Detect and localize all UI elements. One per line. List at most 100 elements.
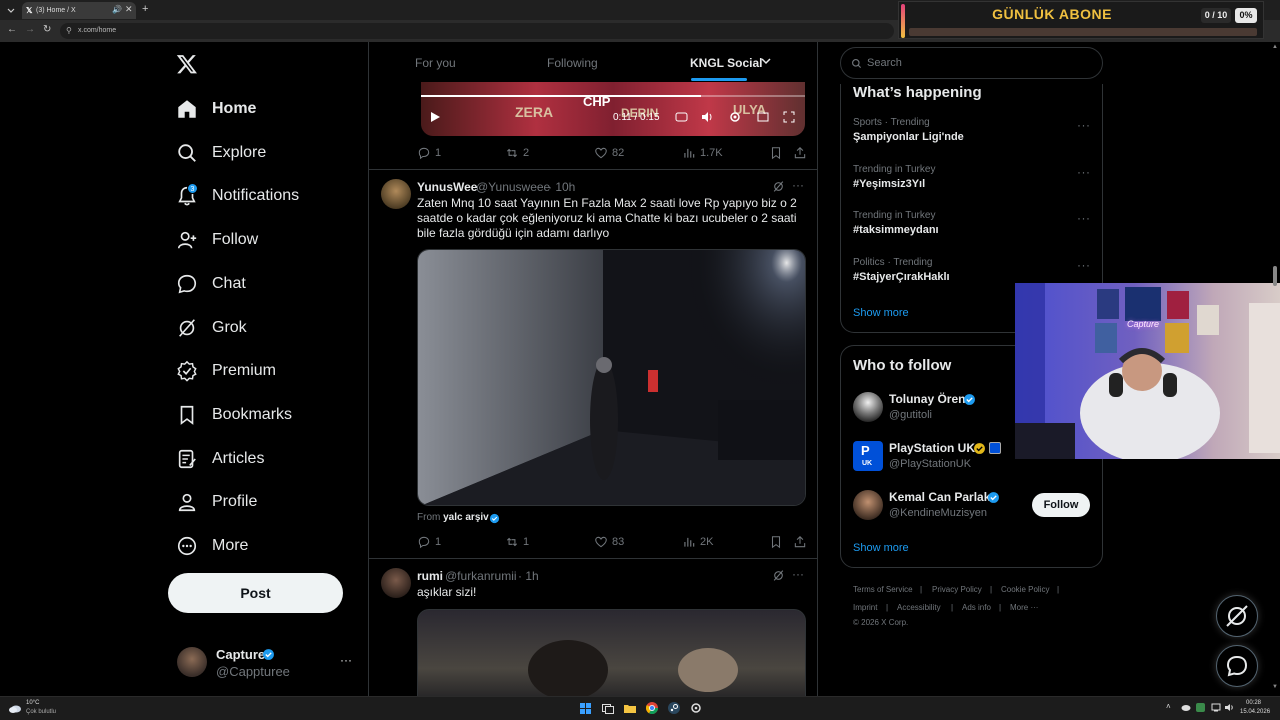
footer-more[interactable]: More ··· xyxy=(1010,603,1038,612)
source-attribution[interactable]: From yalc arşiv xyxy=(417,512,489,523)
clock-time[interactable]: 00:28 xyxy=(1246,700,1261,706)
show-more-link[interactable]: Show more xyxy=(853,542,909,554)
x-logo-icon[interactable] xyxy=(176,53,198,75)
like-button[interactable]: 83 xyxy=(594,535,624,549)
post-media-3[interactable] xyxy=(417,609,806,696)
file-explorer-icon[interactable] xyxy=(624,703,636,714)
reply-button[interactable]: 1 xyxy=(417,535,441,549)
bookmark-icon[interactable] xyxy=(769,146,783,160)
post-author-name[interactable]: YunusWee xyxy=(417,180,477,194)
new-tab-icon[interactable]: + xyxy=(142,3,148,15)
grok-explain-icon[interactable] xyxy=(772,569,785,582)
tray-chevron-up-icon[interactable]: ˄ xyxy=(1166,702,1171,711)
trend-more-icon[interactable]: ··· xyxy=(1077,165,1091,179)
captions-icon[interactable] xyxy=(675,111,688,123)
app-gear-icon[interactable] xyxy=(690,702,702,714)
like-button[interactable]: 82 xyxy=(594,146,624,160)
views-button[interactable]: 2K xyxy=(682,535,713,549)
pip-icon[interactable] xyxy=(757,111,769,123)
views-button[interactable]: 1.7K xyxy=(682,146,723,160)
tray-network-icon[interactable] xyxy=(1211,703,1221,712)
nav-explore[interactable]: Explore xyxy=(176,138,266,168)
page-scrollbar[interactable]: ▲ ▼ xyxy=(1272,44,1278,694)
nav-profile[interactable]: Profile xyxy=(176,487,257,517)
fullscreen-icon[interactable] xyxy=(783,111,795,123)
forward-icon[interactable]: → xyxy=(25,24,35,35)
settings-gear-icon[interactable] xyxy=(729,111,741,123)
trend-item[interactable]: Sports · Trending Şampiyonlar Ligi'nde ·… xyxy=(841,114,1104,154)
nav-follow[interactable]: Follow xyxy=(176,225,258,255)
reload-icon[interactable]: ↻ xyxy=(43,24,51,35)
nav-bookmarks[interactable]: Bookmarks xyxy=(176,400,292,430)
post-more-icon[interactable]: ··· xyxy=(792,567,804,581)
post-author-handle[interactable]: @furkanrumii xyxy=(445,569,517,583)
post-author-handle[interactable]: @Yunusweee xyxy=(476,180,550,194)
post-time[interactable]: · 10h xyxy=(548,180,575,194)
trend-item[interactable]: Trending in Turkey #Yeşimsiz3Yıl ··· xyxy=(841,161,1104,201)
trend-item[interactable]: Trending in Turkey #taksimmeydanı ··· xyxy=(841,207,1104,247)
show-more-link[interactable]: Show more xyxy=(853,307,909,319)
nav-grok[interactable]: Grok xyxy=(176,313,247,343)
video-player-2[interactable] xyxy=(417,249,806,506)
video-player-1[interactable]: ZERA CHP DERIN ULYA 0:11 / 0:15 xyxy=(421,82,805,136)
play-icon[interactable] xyxy=(429,111,441,123)
scroll-thumb[interactable] xyxy=(1273,266,1277,286)
repost-button[interactable]: 1 xyxy=(505,535,529,549)
grok-fab-button[interactable] xyxy=(1216,595,1258,637)
clock-date[interactable]: 15.04.2026 xyxy=(1240,709,1270,715)
tray-cloud-icon[interactable] xyxy=(1181,703,1191,711)
tray-app-icon[interactable] xyxy=(1196,703,1205,712)
post-avatar[interactable] xyxy=(381,179,411,209)
post-author-name[interactable]: rumi xyxy=(417,569,443,583)
tab-close-icon[interactable]: ✕ xyxy=(125,4,133,15)
footer-imprint[interactable]: Imprint xyxy=(853,603,877,612)
footer-accessibility[interactable]: Accessibility xyxy=(897,603,941,612)
trend-more-icon[interactable]: ··· xyxy=(1077,211,1091,225)
footer-terms[interactable]: Terms of Service xyxy=(853,585,913,594)
steam-icon[interactable] xyxy=(668,702,680,714)
nav-home[interactable]: Home xyxy=(176,94,256,124)
share-icon[interactable] xyxy=(793,146,807,160)
reply-button[interactable]: 1 xyxy=(417,146,441,160)
share-icon[interactable] xyxy=(793,535,807,549)
nav-more[interactable]: More xyxy=(176,531,248,561)
post-more-icon[interactable]: ··· xyxy=(792,178,804,192)
tray-volume-icon[interactable] xyxy=(1225,703,1235,712)
nav-articles[interactable]: Articles xyxy=(176,444,264,474)
follow-button[interactable]: Follow xyxy=(1032,493,1090,517)
volume-icon[interactable] xyxy=(701,111,714,123)
tab-following[interactable]: Following xyxy=(547,56,598,70)
bookmark-icon[interactable] xyxy=(769,535,783,549)
repost-button[interactable]: 2 xyxy=(505,146,529,160)
footer-cookie[interactable]: Cookie Policy xyxy=(1001,585,1049,594)
post-avatar[interactable] xyxy=(381,568,411,598)
site-info-icon[interactable]: ⚲ xyxy=(66,23,72,39)
messages-fab-button[interactable] xyxy=(1216,645,1258,687)
windows-start-icon[interactable] xyxy=(580,703,591,714)
tab-audio-icon[interactable]: 🔊 xyxy=(112,5,122,14)
follow-suggestion[interactable]: Kemal Can Parlak @KendineMuzisyen Follow xyxy=(841,486,1104,530)
tab-kngl-social[interactable]: KNGL Social xyxy=(690,56,762,70)
url-field[interactable]: ⚲ x.com/home xyxy=(60,23,894,39)
tab-menu-icon[interactable] xyxy=(6,5,16,15)
scroll-down-icon[interactable]: ▼ xyxy=(1272,684,1278,690)
chrome-icon[interactable] xyxy=(646,702,658,714)
browser-tab[interactable]: 𝕏 (3) Home / X 🔊 ✕ xyxy=(22,2,136,19)
nav-premium[interactable]: Premium xyxy=(176,356,276,386)
grok-explain-icon[interactable] xyxy=(772,180,785,193)
scroll-up-icon[interactable]: ▲ xyxy=(1272,44,1278,50)
tab-for-you[interactable]: For you xyxy=(415,56,456,70)
footer-privacy[interactable]: Privacy Policy xyxy=(932,585,982,594)
post-time[interactable]: · 1h xyxy=(518,569,539,583)
chevron-down-icon[interactable] xyxy=(761,56,771,66)
post-button[interactable]: Post xyxy=(168,573,343,613)
nav-chat[interactable]: Chat xyxy=(176,269,246,299)
trend-more-icon[interactable]: ··· xyxy=(1077,258,1091,272)
search-input[interactable]: Search xyxy=(840,47,1103,79)
more-dots-icon[interactable]: ··· xyxy=(340,653,352,667)
trend-more-icon[interactable]: ··· xyxy=(1077,118,1091,132)
back-icon[interactable]: ← xyxy=(7,24,17,35)
task-view-icon[interactable] xyxy=(602,703,614,714)
weather-icon[interactable] xyxy=(8,702,22,714)
footer-ads-info[interactable]: Ads info xyxy=(962,603,991,612)
